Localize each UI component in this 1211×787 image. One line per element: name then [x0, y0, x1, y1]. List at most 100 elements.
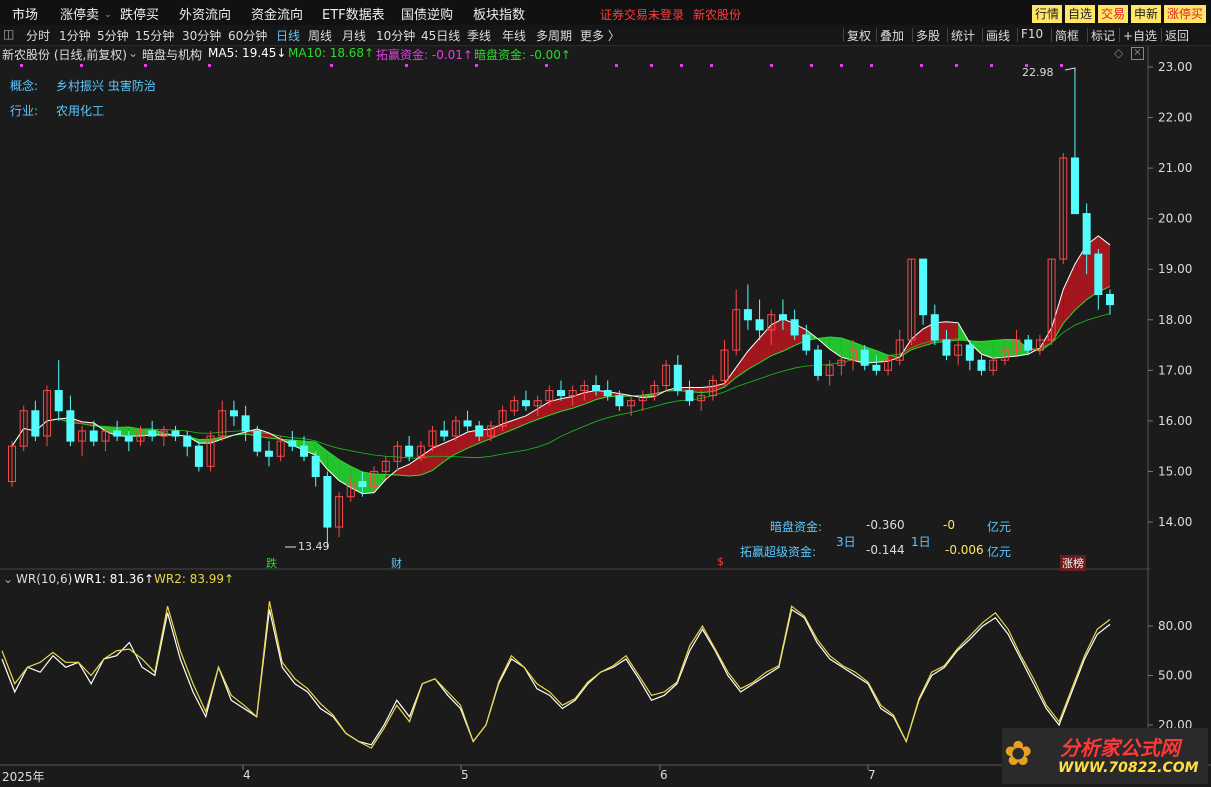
- tuoying-3d-value: -0.144: [866, 543, 905, 557]
- signal-dot: [144, 64, 147, 67]
- candle-body: [1024, 339, 1033, 351]
- signal-dot: [475, 64, 478, 67]
- y-tick-label: 19.00: [1158, 262, 1192, 276]
- watermark-logo: ✿ 分析家公式网 WWW.70822.COM: [1002, 728, 1208, 784]
- signal-dot: [615, 64, 618, 67]
- chevron-down-icon[interactable]: ⌄: [3, 572, 13, 586]
- signal-dot: [1060, 64, 1063, 67]
- candle-body: [813, 349, 822, 376]
- candle-body: [54, 390, 63, 412]
- ma5-line: [11, 235, 1111, 495]
- signal-dot: [405, 64, 408, 67]
- tag-cai: 财: [391, 557, 402, 570]
- candle-body: [942, 339, 951, 356]
- ma-ribbon-segment: [350, 466, 363, 494]
- candle-body: [311, 455, 320, 477]
- signal-dot: [955, 64, 958, 67]
- candle-body: [241, 415, 250, 432]
- candle-body: [778, 314, 787, 321]
- ma-ribbon-segment: [409, 456, 421, 476]
- candle-body: [31, 410, 40, 437]
- signal-dot: [80, 64, 83, 67]
- days1-label: 1日: [911, 535, 931, 549]
- ma-ribbon-segment: [374, 473, 386, 493]
- wr-y-tick-label: 80.00: [1158, 619, 1192, 633]
- signal-dot: [650, 64, 653, 67]
- candle-body: [802, 334, 811, 351]
- ma-ribbon-segment: [1063, 264, 1075, 324]
- ma-ribbon-segment: [829, 336, 842, 358]
- ma-ribbon-segment: [993, 339, 1005, 359]
- candle-body: [919, 258, 928, 316]
- candle-body: [288, 440, 297, 447]
- candle-body: [171, 430, 180, 437]
- x-month-6: 6: [660, 768, 668, 782]
- x-year-label: 2025年: [2, 770, 45, 784]
- tuoying-label: 拓赢超级资金:: [740, 545, 817, 559]
- candle-body: [673, 364, 682, 392]
- candle-body: [1094, 253, 1103, 295]
- candle-body: [556, 390, 566, 397]
- candle-body: [615, 395, 624, 407]
- y-tick-label: 17.00: [1158, 363, 1192, 377]
- signal-dot: [330, 64, 333, 67]
- candle-body: [930, 314, 939, 341]
- x-month-7: 7: [868, 768, 876, 782]
- ma-ribbon-segment: [397, 464, 410, 476]
- candle-body: [264, 450, 273, 457]
- candle-body: [148, 430, 157, 437]
- y-tick-label: 22.00: [1158, 111, 1192, 125]
- tag-zhangbang: 涨榜: [1060, 555, 1086, 571]
- y-tick-label: 18.00: [1158, 313, 1192, 327]
- ma-ribbon-segment: [1051, 289, 1064, 344]
- signal-dot: [208, 64, 211, 67]
- days3-label: 3日: [836, 535, 856, 549]
- candle-body: [1105, 294, 1115, 306]
- candle-body: [440, 430, 449, 437]
- candle-body: [183, 435, 192, 447]
- wr-y-tick-label: 50.00: [1158, 669, 1192, 683]
- candle-body: [743, 309, 752, 321]
- signal-dot: [20, 64, 23, 67]
- candle-body: [124, 435, 133, 442]
- high-price-label: 22.98: [1022, 66, 1054, 79]
- candle-body: [521, 400, 530, 407]
- wr-series-wr1: [1, 608, 1111, 746]
- tuoying-1d-value: -0.006: [945, 543, 984, 557]
- ma-ribbon-segment: [747, 337, 760, 370]
- candle-body: [66, 410, 75, 442]
- candle-body: [194, 445, 203, 467]
- wr2-value: WR2: 83.99↑: [154, 572, 235, 586]
- signal-dot: [870, 64, 873, 67]
- anpan-unit: 亿元: [987, 520, 1012, 534]
- signal-dot: [810, 64, 813, 67]
- signal-dot: [710, 64, 713, 67]
- candle-body: [253, 430, 262, 452]
- wr-name: WR(10,6): [16, 572, 73, 586]
- candle-body: [89, 430, 98, 442]
- candle-body: [1082, 213, 1091, 255]
- signal-dot: [840, 64, 843, 67]
- x-month-5: 5: [461, 768, 469, 782]
- signal-dot: [990, 64, 993, 67]
- signal-dot: [770, 64, 773, 67]
- x-month-4: 4: [243, 768, 251, 782]
- anpan-3d-value: -0.360: [866, 518, 905, 532]
- tag-dollar: $: [717, 555, 724, 568]
- y-tick-label: 23.00: [1158, 60, 1192, 74]
- candle-body: [977, 359, 986, 371]
- ma-ribbon-segment: [981, 340, 994, 359]
- high-pointer: [1064, 67, 1076, 72]
- y-tick-label: 16.00: [1158, 414, 1192, 428]
- flower-icon: ✿: [1004, 734, 1033, 774]
- ma-ribbon-segment: [537, 401, 550, 420]
- low-price-label: 13.49: [298, 540, 330, 553]
- signal-dot: [545, 64, 548, 67]
- ma-ribbon-segment: [946, 321, 959, 342]
- candle-body: [463, 420, 472, 427]
- y-tick-label: 15.00: [1158, 464, 1192, 478]
- candle-body: [965, 344, 974, 361]
- candle-body: [358, 481, 367, 488]
- ma-ribbon-segment: [339, 459, 351, 488]
- candle-body: [229, 410, 238, 417]
